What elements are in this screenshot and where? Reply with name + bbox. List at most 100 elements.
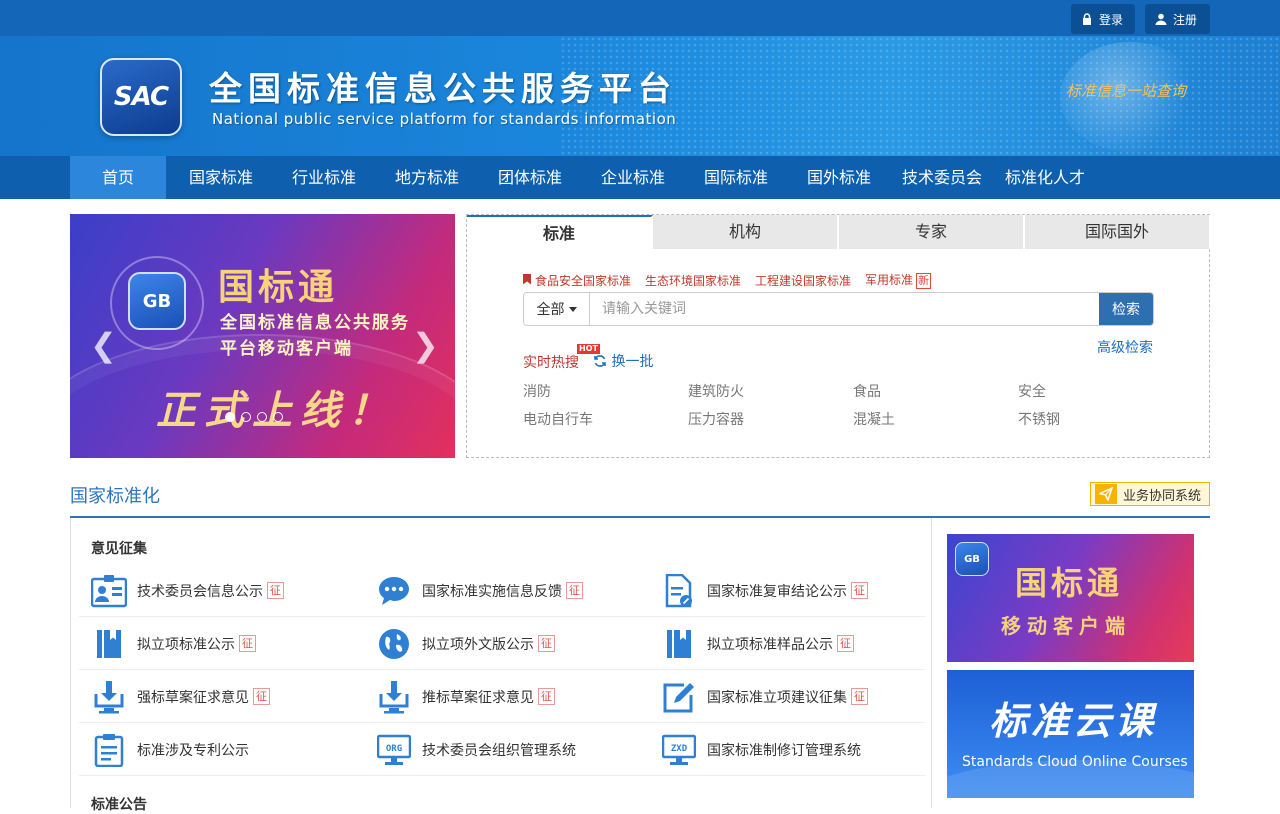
nav-item-enterprise-standards[interactable]: 企业标准	[588, 156, 678, 199]
sac-logo[interactable]: SAC	[100, 58, 182, 136]
list-item[interactable]: ORG 技术委员会组织管理系统	[376, 723, 576, 776]
item-label: 标准涉及专利公示	[137, 742, 249, 759]
nav-item-standardization-talent[interactable]: 标准化人才	[998, 156, 1092, 199]
carousel-dot[interactable]	[273, 412, 283, 422]
carousel-dot[interactable]	[241, 412, 251, 422]
hot-keyword[interactable]: 电动自行车	[523, 409, 688, 429]
promo-carousel[interactable]: GB 国标通 全国标准信息公共服务 平台移动客户端 正式上线！ ❮ ❯	[70, 214, 455, 458]
list-item[interactable]: 推标草案征求意见征	[376, 670, 555, 723]
search-tabs: 标准 机构 专家 国际国外	[467, 215, 1211, 249]
nav-item-foreign-standards[interactable]: 国外标准	[794, 156, 884, 199]
search-panel: 标准 机构 专家 国际国外 食品安全国家标准 生态环境国家标准 工程建设国家标准…	[466, 214, 1211, 458]
list-item[interactable]: 拟立项标准样品公示征	[661, 617, 854, 670]
nav-item-technical-committee[interactable]: 技术委员会	[896, 156, 988, 199]
list-item[interactable]: 国家标准复审结论公示征	[661, 564, 868, 617]
solicit-tag: 征	[851, 582, 868, 599]
list-item[interactable]: 技术委员会信息公示征	[91, 564, 284, 617]
carousel-headline: 正式上线！	[156, 387, 396, 434]
list-item[interactable]: ZXD 国家标准制修订管理系统	[661, 723, 861, 776]
refresh-batch-button[interactable]: 换一批	[593, 351, 653, 372]
hot-badge: HOT	[577, 343, 600, 354]
solicit-tag: 征	[253, 688, 270, 705]
register-button[interactable]: 注册	[1145, 4, 1210, 34]
refresh-icon	[593, 354, 607, 372]
solicit-tag: 征	[837, 635, 854, 652]
nav-item-group-standards[interactable]: 团体标准	[485, 156, 575, 199]
tab-experts[interactable]: 专家	[839, 215, 1025, 249]
hot-keyword[interactable]: 建筑防火	[688, 381, 853, 401]
tab-organizations[interactable]: 机构	[653, 215, 839, 249]
main-nav: 首页 国家标准 行业标准 地方标准 团体标准 企业标准 国际标准 国外标准 技术…	[0, 156, 1280, 199]
pencil-square-icon	[661, 679, 697, 715]
list-item[interactable]: 拟立项标准公示征	[91, 617, 256, 670]
carousel-line-1: 全国标准信息公共服务	[220, 313, 410, 333]
carousel-indicators	[225, 412, 283, 422]
item-label: 国家标准实施信息反馈	[422, 583, 562, 600]
carousel-prev-icon[interactable]: ❮	[90, 326, 117, 364]
book-icon	[91, 626, 127, 662]
gbt-app-ad[interactable]: GB 国标通 移动客户端	[947, 534, 1194, 662]
carousel-next-icon[interactable]: ❯	[412, 326, 439, 364]
business-collab-button[interactable]: 业务协同系统	[1090, 482, 1210, 506]
hot-keyword[interactable]: 压力容器	[688, 409, 853, 429]
ad2-subtitle: Standards Cloud Online Courses	[962, 754, 1188, 770]
paper-plane-icon	[1095, 484, 1117, 504]
carousel-dot[interactable]	[225, 412, 235, 422]
slogan: 标准信息一站查询	[1066, 82, 1187, 100]
download-icon	[91, 679, 127, 715]
gb-app-icon: GB	[128, 272, 186, 330]
new-badge: 新	[916, 273, 932, 289]
ad2-title: 标准云课	[989, 699, 1158, 743]
search-input[interactable]	[590, 293, 1099, 325]
hot-keyword[interactable]: 食品	[853, 381, 1018, 401]
solicit-tag: 征	[538, 688, 555, 705]
item-label: 拟立项标准样品公示	[707, 636, 833, 653]
gb-app-icon: GB	[955, 542, 989, 576]
carousel-dot[interactable]	[257, 412, 267, 422]
list-item[interactable]: 国家标准立项建议征集征	[661, 670, 868, 723]
tab-standards[interactable]: 标准	[467, 215, 653, 249]
list-item[interactable]: 强标草案征求意见征	[91, 670, 270, 723]
scope-label: 全部	[536, 302, 565, 318]
register-label: 注册	[1173, 12, 1198, 27]
search-scope-dropdown[interactable]: 全部	[524, 293, 590, 325]
featured-link-eco[interactable]: 生态环境国家标准	[645, 272, 741, 289]
nav-item-industry-standards[interactable]: 行业标准	[279, 156, 369, 199]
tab-international[interactable]: 国际国外	[1025, 215, 1211, 249]
logo-text: SAC	[113, 82, 169, 112]
featured-link-military[interactable]: 军用标准新	[865, 271, 932, 289]
featured-link-food[interactable]: 食品安全国家标准	[523, 272, 631, 289]
globe-icon	[376, 626, 412, 662]
caret-down-icon	[568, 306, 577, 312]
bookmark-icon	[523, 273, 531, 285]
nav-item-national-standards[interactable]: 国家标准	[176, 156, 266, 199]
search-button[interactable]: 检索	[1099, 293, 1153, 325]
ad1-subtitle: 移动客户端	[1001, 614, 1131, 638]
list-item[interactable]: 标准涉及专利公示	[91, 723, 249, 776]
carousel-title: 国标通	[218, 266, 339, 308]
item-label: 拟立项外文版公示	[422, 636, 534, 653]
hot-search-label: 实时热搜 HOT	[523, 343, 600, 372]
hot-keyword[interactable]: 混凝土	[853, 409, 1018, 429]
login-button[interactable]: 登录	[1071, 4, 1135, 34]
book-icon	[661, 626, 697, 662]
hot-keyword[interactable]: 消防	[523, 381, 688, 401]
featured-link-label: 食品安全国家标准	[535, 273, 632, 288]
hot-keyword[interactable]: 安全	[1018, 381, 1123, 401]
list-item[interactable]: 国家标准实施信息反馈征	[376, 564, 583, 617]
advanced-search-link[interactable]: 高级检索	[1097, 337, 1153, 357]
item-label: 强标草案征求意见	[137, 689, 249, 706]
lock-icon	[1081, 13, 1093, 25]
cloud-course-ad[interactable]: 标准云课 Standards Cloud Online Courses	[947, 670, 1194, 798]
list-item[interactable]: 拟立项外文版公示征	[376, 617, 555, 670]
refresh-batch-label: 换一批	[611, 354, 654, 370]
nav-item-international-standards[interactable]: 国际标准	[691, 156, 781, 199]
featured-link-construction[interactable]: 工程建设国家标准	[755, 272, 851, 289]
item-label: 拟立项标准公示	[137, 636, 235, 653]
nav-item-local-standards[interactable]: 地方标准	[382, 156, 472, 199]
carousel-line-2: 平台移动客户端	[220, 339, 353, 359]
solicit-tag: 征	[239, 635, 256, 652]
nav-item-home[interactable]: 首页	[70, 156, 166, 199]
hot-keyword[interactable]: 不锈钢	[1018, 409, 1123, 429]
search-bar: 全部 检索	[523, 292, 1154, 326]
